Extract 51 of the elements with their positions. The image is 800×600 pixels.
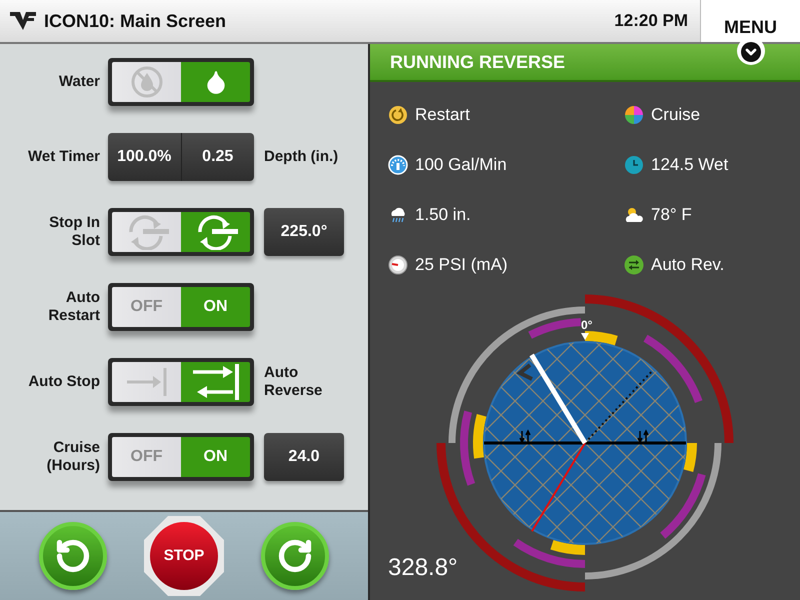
value-field[interactable]: 24.0: [264, 433, 344, 481]
toggle-switch[interactable]: OFF ON: [108, 433, 254, 481]
status-text: Cruise: [651, 104, 700, 126]
field-value: 0.25: [180, 133, 254, 181]
status-text: 25 PSI (mA): [415, 254, 508, 276]
forward-button[interactable]: [261, 522, 330, 590]
heading-readout: 328.8°: [388, 553, 458, 583]
pressure-gauge-icon: [388, 255, 408, 275]
logo-icon: [10, 12, 36, 30]
off-label: OFF: [130, 297, 162, 317]
control-label: Stop In Slot: [48, 214, 100, 250]
no-water-icon: [130, 65, 164, 99]
sun-cloud-icon: [624, 205, 644, 225]
status-text: 124.5 Wet: [651, 154, 728, 176]
control-label: Wet Timer: [28, 148, 100, 166]
toggle-switch[interactable]: [108, 58, 254, 106]
toggle-switch[interactable]: OFF ON: [108, 283, 254, 331]
status-banner: RUNNING REVERSE: [370, 44, 800, 82]
toggle-switch[interactable]: [108, 208, 254, 256]
window-title: ICON10: Main Screen: [44, 10, 226, 32]
counterclockwise-arrow-icon: [54, 538, 91, 574]
on-label: ON: [204, 297, 228, 317]
pie-icon: [624, 105, 644, 125]
control-label: Auto Restart: [47, 289, 100, 325]
status-text: Restart: [415, 104, 470, 126]
zero-degree-label: 0°: [581, 317, 592, 334]
field-value: 100.0%: [116, 147, 172, 167]
control-label: Auto Stop: [28, 373, 100, 391]
clockwise-arrow-icon: [277, 538, 314, 574]
value-field[interactable]: 225.0°: [264, 208, 344, 256]
clock-icon: [624, 155, 644, 175]
off-label: OFF: [130, 447, 162, 467]
control-label: Water: [58, 73, 100, 91]
menu-button[interactable]: MENU: [700, 0, 800, 42]
side-label: Auto Reverse: [264, 364, 324, 400]
value-pair-field[interactable]: 100.0% 0.25: [108, 133, 254, 181]
control-label: Cruise (Hours): [46, 439, 100, 475]
stop-button[interactable]: STOP: [144, 516, 224, 596]
side-label: Depth (in.): [264, 148, 340, 166]
reverse-button[interactable]: [38, 522, 107, 590]
status-text: 1.50 in.: [415, 204, 471, 226]
on-label: ON: [204, 447, 228, 467]
status-text: 100 Gal/Min: [415, 154, 507, 176]
status-text: Auto Rev.: [651, 254, 724, 276]
swap-arrows-icon: [624, 255, 644, 275]
toggle-switch[interactable]: [108, 358, 254, 406]
clock-time: 12:20 PM: [614, 10, 689, 32]
restart-icon: [388, 105, 408, 125]
reverse-arrows-icon: [190, 362, 240, 402]
status-text: 78° F: [651, 204, 692, 226]
gauge-icon: [388, 155, 408, 175]
